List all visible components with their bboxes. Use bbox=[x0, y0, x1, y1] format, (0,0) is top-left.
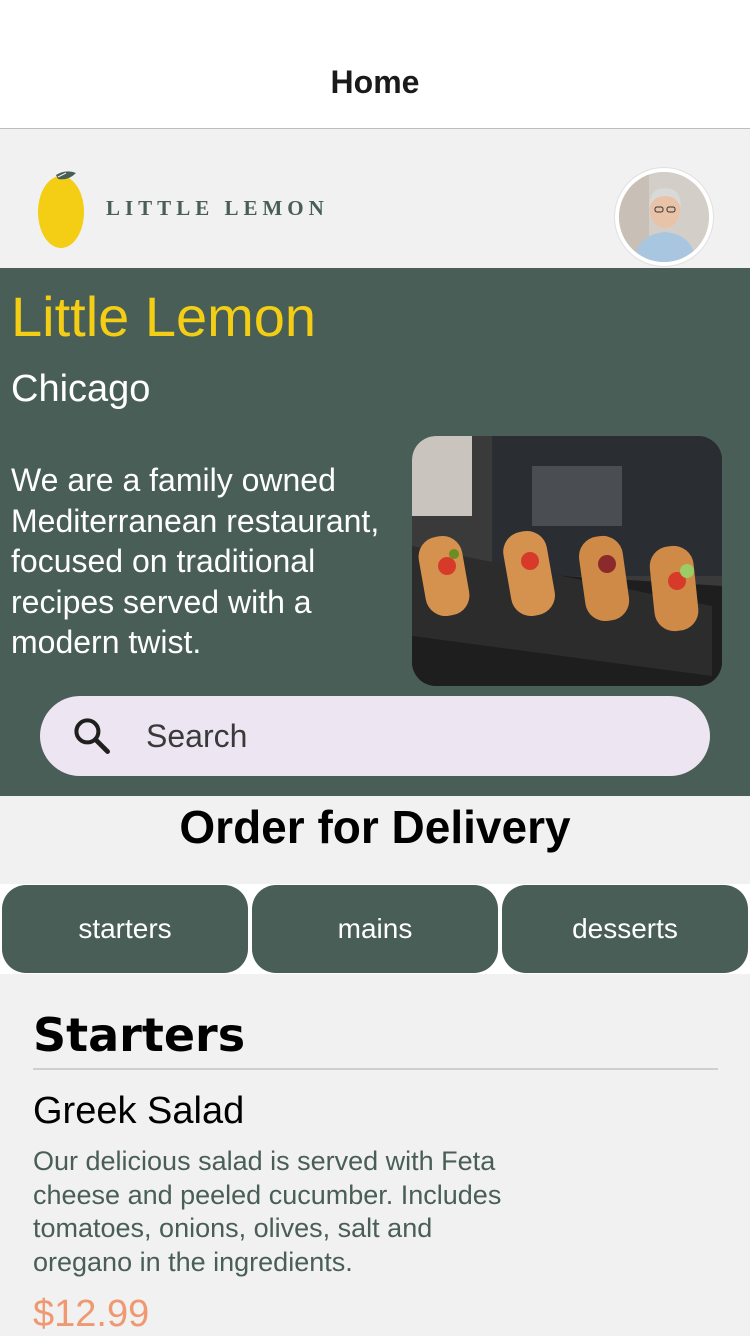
avatar[interactable] bbox=[614, 167, 714, 267]
app-header: LITTLE LEMON bbox=[0, 129, 750, 268]
search-bar[interactable] bbox=[40, 696, 710, 776]
lemon-icon bbox=[38, 171, 84, 248]
navigation-bar: Home bbox=[0, 0, 750, 129]
tab-mains[interactable]: mains bbox=[252, 885, 498, 973]
item-description: Our delicious salad is served with Feta … bbox=[33, 1146, 502, 1277]
hero-banner: Little Lemon Chicago We are a family own… bbox=[0, 268, 750, 796]
section-title: Starters bbox=[33, 1008, 718, 1070]
avatar-image bbox=[619, 172, 709, 262]
hero-title: Little Lemon bbox=[11, 285, 317, 348]
category-tabs: starters mains desserts bbox=[0, 884, 750, 974]
item-price: $12.99 bbox=[33, 1293, 150, 1335]
menu-item[interactable]: Greek Salad Our delicious salad is serve… bbox=[33, 1090, 718, 1336]
search-input[interactable] bbox=[144, 716, 644, 756]
nav-title: Home bbox=[330, 64, 420, 100]
item-name: Greek Salad bbox=[33, 1090, 245, 1132]
tab-starters[interactable]: starters bbox=[2, 885, 248, 973]
search-icon bbox=[74, 718, 110, 754]
hero-description: We are a family owned Mediterranean rest… bbox=[11, 462, 380, 660]
tab-desserts[interactable]: desserts bbox=[502, 885, 748, 973]
hero-image bbox=[412, 436, 722, 686]
order-for-delivery-title: Order for Delivery bbox=[179, 801, 571, 853]
menu-section-starters: Starters Greek Salad Our delicious salad… bbox=[33, 1008, 718, 1336]
logo-text: LITTLE LEMON bbox=[106, 195, 329, 220]
hero-city: Chicago bbox=[11, 368, 151, 410]
logo: LITTLE LEMON bbox=[36, 167, 336, 249]
